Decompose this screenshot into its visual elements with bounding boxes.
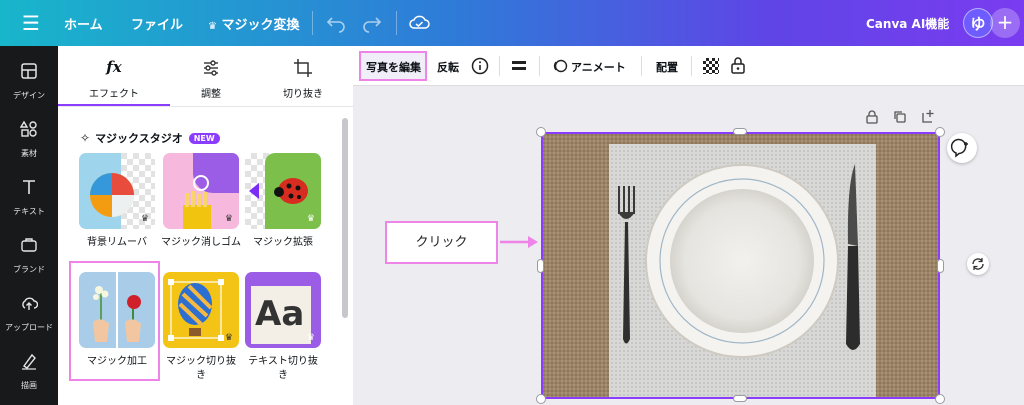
divider <box>396 11 397 35</box>
text-grab-card[interactable]: Aa ♛ <box>245 272 321 348</box>
resize-handle-bottom-right[interactable] <box>935 394 945 404</box>
click-callout: クリック <box>385 221 498 264</box>
crown-icon: ♛ <box>306 214 315 224</box>
divider <box>691 56 692 76</box>
divider <box>312 11 313 35</box>
rail-label: 描画 <box>21 381 37 390</box>
top-bar: ☰ ホーム ファイル ♛ マジック変換 Canva AI機能 ゆ + <box>0 0 1024 46</box>
brand-icon <box>21 238 37 252</box>
add-button[interactable]: + <box>990 8 1020 38</box>
arrow-right-icon <box>500 236 538 248</box>
rail-item-upload[interactable]: アップロード <box>0 294 58 334</box>
rotate-button[interactable] <box>967 253 989 275</box>
left-rail: デザイン 素材 テキスト ブランド アップロード 描画 <box>0 46 58 405</box>
canva-ai-features-link[interactable]: Canva AI機能 <box>866 15 949 32</box>
resize-handle-left[interactable] <box>537 259 544 273</box>
magic-transform-label: マジック変換 <box>221 18 300 33</box>
crown-icon: ♛ <box>208 21 217 32</box>
tab-effects[interactable]: fx エフェクト <box>64 46 164 106</box>
duplicate-icon[interactable] <box>893 110 907 124</box>
tab-crop[interactable]: 切り抜き <box>253 46 353 106</box>
magic-transform-button[interactable]: ♛ マジック変換 <box>208 14 300 33</box>
text-icon <box>23 180 35 194</box>
divider <box>539 56 540 76</box>
undo-icon[interactable] <box>325 11 347 33</box>
rail-item-design[interactable]: デザイン <box>0 62 58 102</box>
resize-handle-bottom-left[interactable] <box>536 394 546 404</box>
resize-handle-top-left[interactable] <box>536 127 546 137</box>
upload-icon <box>22 297 38 310</box>
card-label: マジック拡張 <box>253 237 313 248</box>
resize-handle-right[interactable] <box>937 259 944 273</box>
add-page-icon[interactable] <box>921 109 936 124</box>
rail-item-draw[interactable]: 描画 <box>0 352 58 392</box>
lock-icon[interactable] <box>865 110 879 124</box>
new-badge: NEW <box>188 132 220 144</box>
layout-icon <box>21 63 37 79</box>
home-button[interactable]: ホーム <box>64 14 103 33</box>
crown-icon: ♛ <box>306 333 315 343</box>
transparency-icon[interactable] <box>703 58 719 74</box>
text-tile: Aa <box>255 294 305 334</box>
rail-label: 素材 <box>21 149 37 158</box>
crown-icon: ♛ <box>224 214 233 224</box>
border-style-icon[interactable] <box>511 58 527 74</box>
tab-label: 調整 <box>201 89 221 100</box>
rail-label: テキスト <box>13 207 45 216</box>
redo-icon[interactable] <box>361 11 383 33</box>
info-icon[interactable] <box>471 57 489 75</box>
flip-button[interactable]: 反転 <box>437 59 459 75</box>
magic-edit-highlight <box>69 261 160 381</box>
context-toolbar: 写真を編集 反転 アニメート 配置 <box>353 46 1024 86</box>
edit-photo-button[interactable]: 写真を編集 <box>366 59 421 75</box>
file-menu[interactable]: ファイル <box>131 14 183 33</box>
placemat-photo[interactable] <box>541 132 940 399</box>
lock-icon[interactable] <box>730 56 746 74</box>
sparkle-icon: ✧ <box>80 131 91 145</box>
rail-label: デザイン <box>13 91 45 100</box>
resize-handle-top-right[interactable] <box>935 127 945 137</box>
panel-scrollbar[interactable] <box>342 118 348 318</box>
magic-eraser-card[interactable]: ♛ <box>163 153 239 229</box>
magic-grab-card[interactable]: ♛ <box>163 272 239 348</box>
tab-label: 切り抜き <box>283 89 323 100</box>
rail-label: ブランド <box>13 265 45 274</box>
hamburger-menu-icon[interactable]: ☰ <box>22 13 40 33</box>
rail-item-text[interactable]: テキスト <box>0 178 58 218</box>
crop-icon <box>294 59 312 77</box>
divider <box>499 56 500 76</box>
magic-studio-heading: ✧ マジックスタジオ NEW <box>80 130 220 146</box>
magic-expand-card[interactable]: ♛ <box>245 153 321 229</box>
comment-button[interactable] <box>947 133 977 163</box>
draw-icon <box>22 353 36 370</box>
rail-item-elements[interactable]: 素材 <box>0 120 58 160</box>
background-remover-card[interactable]: ♛ <box>79 153 155 229</box>
avatar[interactable]: ゆ <box>963 8 993 38</box>
rail-item-brand[interactable]: ブランド <box>0 236 58 276</box>
cloud-saved-icon[interactable] <box>408 11 430 33</box>
card-label: テキスト切り抜 き <box>248 356 318 381</box>
tab-adjust[interactable]: 調整 <box>161 46 261 106</box>
animate-icon <box>553 59 568 73</box>
crown-icon: ♛ <box>224 333 233 343</box>
animate-button[interactable]: アニメート <box>571 59 626 75</box>
comment-add-icon <box>950 138 968 158</box>
rotate-icon <box>972 258 984 270</box>
divider <box>58 106 353 107</box>
fx-icon: fx <box>106 58 122 76</box>
plate-image <box>543 134 938 397</box>
divider <box>641 56 642 76</box>
crown-icon: ♛ <box>140 214 149 224</box>
sliders-icon <box>204 60 218 76</box>
section-title: マジックスタジオ <box>95 132 183 145</box>
resize-handle-bottom[interactable] <box>733 395 747 402</box>
resize-handle-top[interactable] <box>733 128 747 135</box>
position-button[interactable]: 配置 <box>656 59 678 75</box>
rail-label: アップロード <box>5 323 53 332</box>
tab-label: エフェクト <box>89 89 139 100</box>
card-label: 背景リムーバ <box>87 237 147 248</box>
shapes-icon <box>20 120 37 137</box>
